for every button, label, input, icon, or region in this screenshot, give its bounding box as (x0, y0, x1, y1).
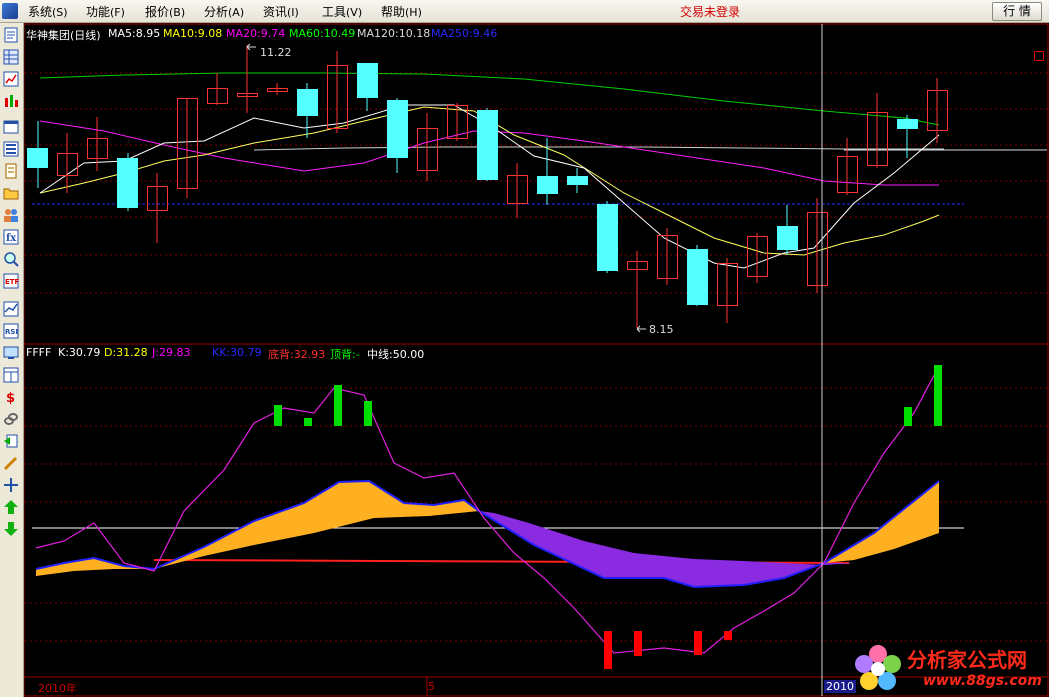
candle-down (537, 176, 558, 194)
svg-text:RSI: RSI (5, 328, 18, 336)
table-icon[interactable] (3, 367, 19, 383)
candle-down (117, 158, 138, 208)
svg-text:fx: fx (6, 233, 17, 244)
left-toolbar: fx ETF RSI $ (0, 23, 24, 697)
kd-fill-up-2 (824, 481, 939, 563)
ma120-line (253, 146, 944, 151)
candle-down (777, 226, 798, 250)
dingbei-value: 顶背:- (330, 348, 360, 361)
high-marker-arrow (246, 43, 256, 51)
bar-red (604, 631, 612, 669)
candle-down (897, 119, 918, 129)
bar-red (694, 631, 702, 655)
line-chart-icon[interactable] (3, 71, 19, 87)
etf-icon[interactable]: ETF (3, 273, 19, 289)
indicator-gridlines (25, 387, 1047, 642)
report-icon[interactable] (3, 27, 19, 43)
people-icon[interactable] (3, 207, 19, 223)
watermark-title: 分析家公式网 (907, 648, 1027, 672)
candle-down (687, 249, 708, 305)
menu-analysis[interactable]: 分析(A) (204, 3, 244, 20)
move-icon[interactable] (3, 477, 19, 493)
document-icon[interactable] (3, 163, 19, 179)
monitor-icon[interactable] (3, 345, 19, 361)
list-icon[interactable] (3, 141, 19, 157)
bar-red (724, 631, 732, 640)
panel-restore-icon[interactable] (1034, 51, 1044, 61)
bar-green (304, 418, 312, 426)
up-arrow-icon[interactable] (3, 499, 19, 515)
svg-text:$: $ (6, 391, 15, 405)
candle-down (357, 63, 378, 98)
menu-bar: 系统(S) 功能(F) 报价(B) 分析(A) 资讯(I) 工具(V) 帮助(H… (0, 0, 1049, 23)
export-icon[interactable] (3, 433, 19, 449)
folder-icon[interactable] (3, 185, 19, 201)
bar-green (334, 385, 342, 426)
watermark-logo: 分析家公式网 www.88gs.com (850, 640, 1049, 697)
zhongxian-value: 中线:50.00 (367, 348, 425, 361)
bar-green (364, 401, 372, 426)
low-marker-arrow (636, 325, 646, 333)
red-bars (604, 631, 732, 669)
ma60-value: MA60:10.49 (289, 27, 356, 40)
formula-icon[interactable]: fx (3, 229, 19, 245)
window-icon[interactable] (3, 119, 19, 135)
bar-red (634, 631, 642, 656)
menu-help[interactable]: 帮助(H) (381, 3, 422, 20)
j-line (35, 365, 940, 654)
link-icon[interactable] (3, 411, 19, 427)
candles (27, 45, 948, 328)
search-icon[interactable] (3, 251, 19, 267)
trend-icon[interactable] (3, 301, 19, 317)
j-value: J:29.83 (152, 346, 191, 359)
candle-down (477, 110, 498, 180)
menu-system[interactable]: 系统(S) (28, 3, 68, 20)
candle-down (387, 100, 408, 158)
ma5-value: MA5:8.95 (108, 27, 161, 40)
stock-name: 华神集团(日线) (26, 29, 101, 42)
indicator-name: FFFF (26, 346, 52, 359)
watermark-url: www.88gs.com (923, 673, 1042, 689)
chart-canvas (24, 23, 1049, 697)
bar-green (274, 405, 282, 426)
ma120-value: MA120:10.18 (357, 27, 431, 40)
candle-down (567, 176, 588, 185)
rsi-icon[interactable]: RSI (3, 323, 19, 339)
k-value: K:30.79 (58, 346, 101, 359)
dibei-value: 底背:32.93 (268, 348, 326, 361)
chart-area[interactable]: 华神集团(日线) MA5:8.95 MA10:9.08 MA20:9.74 MA… (24, 23, 1049, 697)
app-logo-icon[interactable] (2, 3, 18, 19)
candle-down (27, 148, 48, 168)
bar-chart-icon[interactable] (3, 93, 19, 109)
quote-button[interactable]: 行 情 (992, 2, 1042, 21)
down-arrow-icon[interactable] (3, 521, 19, 537)
grid-icon[interactable] (3, 49, 19, 65)
money-icon[interactable]: $ (3, 389, 19, 405)
svg-text:ETF: ETF (5, 278, 19, 286)
low-price-label: 8.15 (649, 323, 674, 336)
trade-status: 交易未登录 (680, 5, 741, 19)
ma20-value: MA20:9.74 (226, 27, 286, 40)
bar-green (934, 365, 942, 426)
kk-value: KK:30.79 (212, 346, 262, 359)
ma250-value: MA250:9.46 (431, 27, 498, 40)
kd-fill-down (479, 511, 854, 587)
menu-function[interactable]: 功能(F) (86, 3, 125, 20)
axis-start-label: 2010年 (38, 682, 77, 695)
ma10-value: MA10:9.08 (163, 27, 223, 40)
menu-info[interactable]: 资讯(I) (263, 3, 299, 20)
high-price-label: 11.22 (260, 46, 292, 59)
pen-icon[interactable] (3, 455, 19, 471)
menu-tools[interactable]: 工具(V) (322, 3, 362, 20)
price-gridlines (25, 72, 1047, 294)
candle-down (297, 89, 318, 116)
flower-logo-icon (855, 645, 901, 690)
kk-line (35, 479, 940, 589)
d-value: D:31.28 (104, 346, 148, 359)
menu-quote[interactable]: 报价(B) (145, 3, 185, 20)
candle-down (597, 204, 618, 271)
axis-mid-label: 5 (428, 680, 435, 693)
bar-green (904, 407, 912, 426)
